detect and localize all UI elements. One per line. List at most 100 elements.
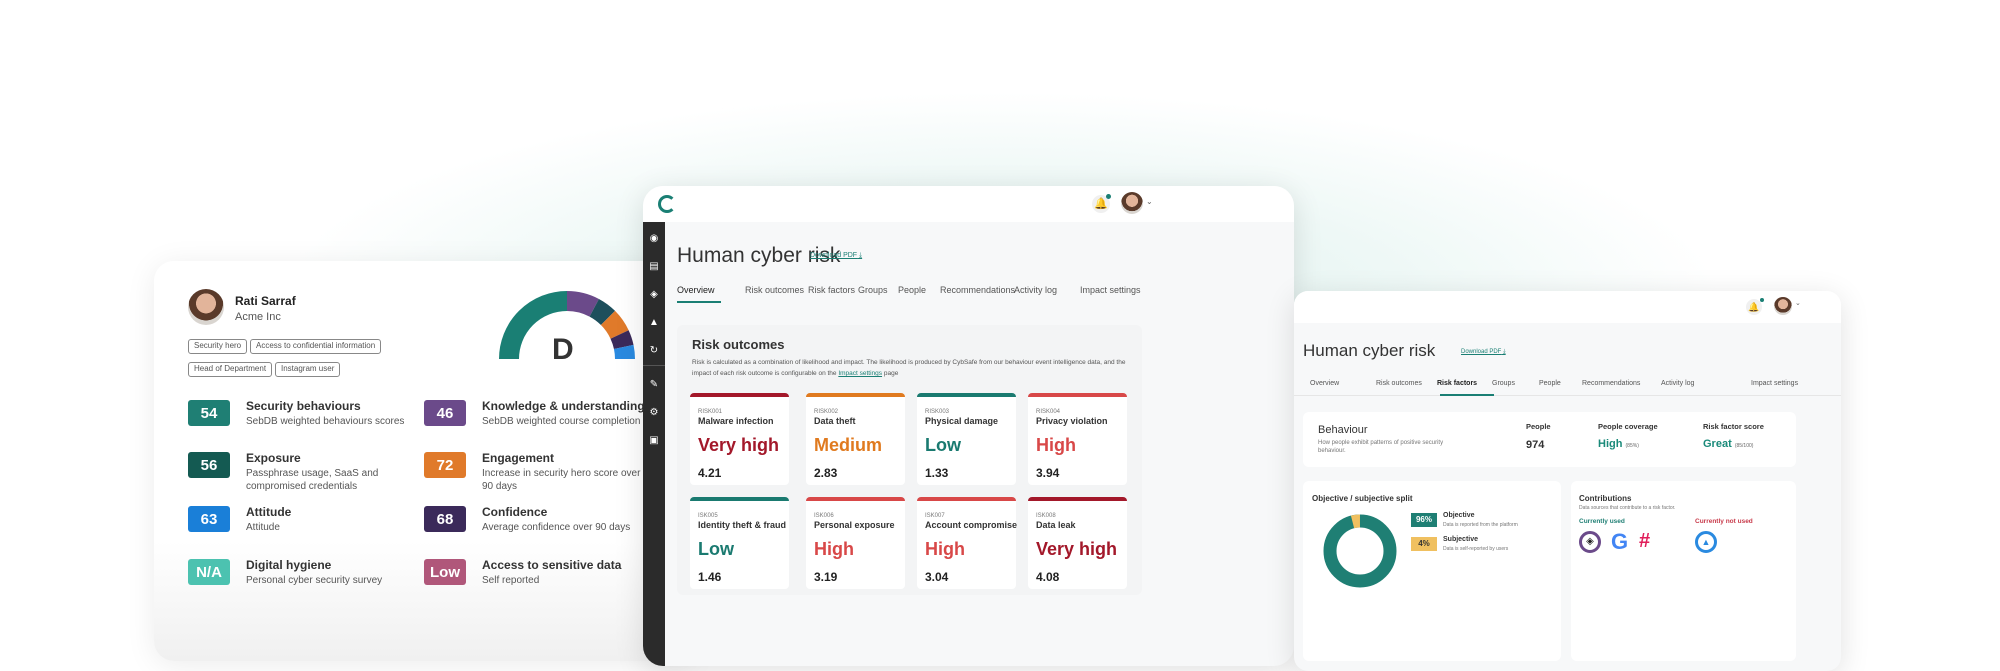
impact-settings-link[interactable]: Impact settings bbox=[838, 370, 882, 377]
risk-id: ISK007 bbox=[925, 513, 945, 519]
risk-card[interactable]: ISK006 Personal exposure High 3.19 bbox=[806, 497, 905, 589]
risk-level: Low bbox=[925, 435, 961, 455]
user-avatar[interactable] bbox=[1121, 192, 1143, 214]
download-label: Download PDF bbox=[810, 252, 858, 259]
logo-icon bbox=[658, 195, 676, 213]
user-avatar[interactable] bbox=[1774, 297, 1792, 315]
score-title: Confidence bbox=[482, 505, 548, 519]
risk-card[interactable]: ISK008 Data leak Very high 4.08 bbox=[1028, 497, 1127, 589]
tab-activity-log[interactable]: Activity log bbox=[1661, 380, 1694, 387]
gear-icon[interactable]: ⚙ bbox=[649, 408, 659, 418]
score-title: Digital hygiene bbox=[246, 558, 332, 572]
rocket-source-icon[interactable]: ▲ bbox=[1695, 531, 1717, 553]
risk-name: Physical damage bbox=[925, 416, 999, 426]
split-donut bbox=[1323, 514, 1397, 588]
objective-desc: Data is reported from the platform bbox=[1443, 522, 1518, 528]
profile-card: Rati Sarraf Acme Inc Security hero Acces… bbox=[154, 261, 694, 661]
score-level: Great bbox=[1703, 438, 1732, 450]
risk-card[interactable]: RISK001 Malware infection Very high 4.21 bbox=[690, 393, 789, 485]
coverage-value: High (85%) bbox=[1598, 438, 1639, 450]
risk-card[interactable]: ISK007 Account compromise High 3.04 bbox=[917, 497, 1017, 589]
page-title: Human cyber risk bbox=[1303, 341, 1436, 360]
divider bbox=[643, 365, 665, 366]
profile-company: Acme Inc bbox=[235, 311, 281, 323]
tab-activity-log[interactable]: Activity log bbox=[1014, 285, 1057, 295]
tab-impact-settings[interactable]: Impact settings bbox=[1751, 380, 1798, 387]
risk-card[interactable]: ISK005 Identity theft & fraud Low 1.46 bbox=[690, 497, 789, 589]
score-badge: 54 bbox=[188, 400, 230, 426]
risk-id: ISK005 bbox=[698, 513, 718, 519]
avatar bbox=[188, 289, 224, 325]
dashboard-icon[interactable]: ◉ bbox=[649, 234, 659, 244]
chevron-down-icon[interactable]: ⌄ bbox=[1795, 299, 1801, 307]
behaviour-description: How people exhibit patterns of positive … bbox=[1318, 440, 1444, 454]
notification-dot bbox=[1106, 194, 1111, 199]
slack-icon[interactable]: # bbox=[1639, 530, 1650, 553]
download-pdf-link[interactable]: Download PDF ⤓ bbox=[810, 252, 862, 260]
tag: Security hero bbox=[188, 339, 248, 354]
compass-source-icon[interactable]: ◈ bbox=[1579, 531, 1601, 553]
risk-factors-window: 🔔 ⌄ Human cyber risk Download PDF ⤓ Over… bbox=[1294, 291, 1841, 671]
people-value: 974 bbox=[1526, 439, 1545, 451]
contributions-desc: Data sources that contribute to a risk f… bbox=[1579, 505, 1676, 511]
score-badge: 56 bbox=[188, 452, 230, 478]
risk-level: High bbox=[1036, 435, 1076, 455]
tag: Head of Department bbox=[188, 362, 273, 377]
score-description: SebDB weighted course completion bbox=[482, 416, 641, 427]
book-icon[interactable]: ▣ bbox=[649, 436, 659, 446]
risk-name: Privacy violation bbox=[1036, 416, 1108, 426]
chevron-down-icon[interactable]: ⌄ bbox=[1146, 197, 1153, 206]
contributions-panel: Contributions Data sources that contribu… bbox=[1571, 481, 1796, 661]
score-description: Increase in security hero score over 90 … bbox=[482, 468, 641, 492]
risk-name: Data theft bbox=[814, 416, 856, 426]
tab-recommendations[interactable]: Recommendations bbox=[940, 285, 1015, 295]
score-badge: 46 bbox=[424, 400, 466, 426]
score-detail: (85/100) bbox=[1734, 443, 1754, 449]
risk-value: 4.08 bbox=[1036, 570, 1060, 584]
tab-risk-factors[interactable]: Risk factors bbox=[808, 285, 855, 295]
risk-id: RISK001 bbox=[698, 409, 723, 415]
active-tab-underline bbox=[1440, 394, 1494, 396]
coverage-detail: (85%) bbox=[1625, 443, 1639, 449]
split-panel: Objective / subjective split 96% Objecti… bbox=[1303, 481, 1561, 661]
tab-overview[interactable]: Overview bbox=[677, 285, 715, 295]
chart-icon[interactable]: ▤ bbox=[649, 262, 659, 272]
score-title: Access to sensitive data bbox=[482, 558, 622, 572]
risk-card[interactable]: RISK004 Privacy violation High 3.94 bbox=[1028, 393, 1127, 485]
download-label: Download PDF bbox=[1461, 349, 1502, 355]
tab-people[interactable]: People bbox=[1539, 380, 1561, 387]
risk-id: RISK002 bbox=[814, 409, 839, 415]
risk-card[interactable]: RISK002 Data theft Medium 2.83 bbox=[806, 393, 905, 485]
score-value: Great (85/100) bbox=[1703, 438, 1753, 450]
score-badge: 72 bbox=[424, 452, 466, 478]
risk-value: 3.04 bbox=[925, 570, 949, 584]
score-description: Personal cyber security survey bbox=[246, 575, 383, 586]
google-icon[interactable]: G bbox=[1611, 529, 1628, 555]
score-description: Self reported bbox=[482, 575, 540, 586]
score-badge: 68 bbox=[424, 506, 466, 532]
download-pdf-link[interactable]: Download PDF ⤓ bbox=[1461, 349, 1506, 356]
score-badge: N/A bbox=[188, 559, 230, 585]
risk-card[interactable]: RISK003 Physical damage Low 1.33 bbox=[917, 393, 1016, 485]
overview-window: 🔔 ⌄ ◉ ▤ ◈ ▲ ↻ ✎ ⚙ ▣ Human cyber risk Dow… bbox=[643, 186, 1294, 666]
score-title: Engagement bbox=[482, 451, 555, 465]
tab-risk-outcomes[interactable]: Risk outcomes bbox=[1376, 380, 1422, 387]
tab-recommendations[interactable]: Recommendations bbox=[1582, 380, 1640, 387]
risk-level: High bbox=[814, 539, 854, 559]
tab-risk-outcomes[interactable]: Risk outcomes bbox=[745, 285, 804, 295]
subjective-name: Subjective bbox=[1443, 536, 1479, 543]
tab-risk-factors[interactable]: Risk factors bbox=[1437, 380, 1477, 387]
tab-people[interactable]: People bbox=[898, 285, 926, 295]
tab-impact-settings[interactable]: Impact settings bbox=[1080, 285, 1141, 295]
tab-overview[interactable]: Overview bbox=[1310, 380, 1339, 387]
risk-level: Low bbox=[698, 539, 734, 559]
people-label: People bbox=[1526, 422, 1551, 431]
refresh-icon[interactable]: ↻ bbox=[649, 346, 659, 356]
plug-icon[interactable]: ✎ bbox=[649, 380, 659, 390]
score-title: Attitude bbox=[246, 505, 292, 519]
compass-icon[interactable]: ◈ bbox=[649, 290, 659, 300]
tab-groups[interactable]: Groups bbox=[1492, 380, 1515, 387]
tab-groups[interactable]: Groups bbox=[858, 285, 888, 295]
subjective-desc: Data is self-reported by users bbox=[1443, 546, 1509, 552]
rocket-icon[interactable]: ▲ bbox=[649, 318, 659, 328]
